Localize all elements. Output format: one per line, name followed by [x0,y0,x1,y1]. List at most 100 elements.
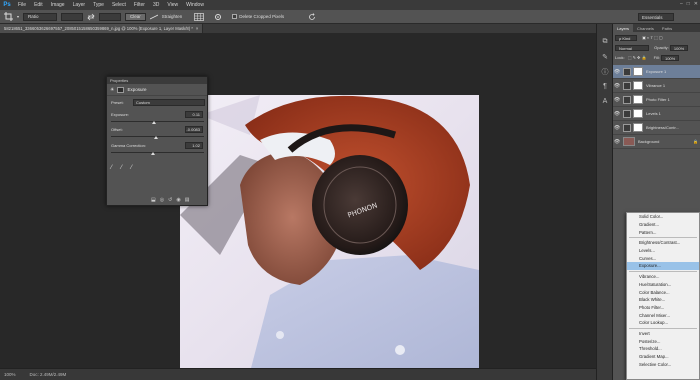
menu-item-posterize[interactable]: Posterize... [627,337,699,345]
exposure-slider-handle[interactable] [152,121,156,124]
straighten-label[interactable]: Straighten [162,14,183,19]
menu-item-gradient-map[interactable]: Gradient Map... [627,353,699,361]
menu-item-exposure[interactable]: Exposure... [627,262,699,270]
tab-close-icon[interactable]: × [196,26,198,31]
info-icon[interactable]: ⓘ [597,64,613,79]
swap-icon[interactable] [87,13,95,21]
layer-row[interactable]: 👁 Background 🔒 [613,135,700,149]
menu-filter[interactable]: Filter [130,2,149,8]
properties-panel[interactable]: Properties ☀ Exposure Preset: Custom Exp… [106,76,208,206]
straighten-icon[interactable] [149,13,158,21]
visibility-eye-icon[interactable]: 👁 [613,83,621,89]
adjustment-layer-menu[interactable]: Solid Color... Gradient... Pattern... Br… [626,212,700,380]
crop-tool-icon[interactable] [4,12,13,21]
visibility-eye-icon[interactable]: 👁 [613,69,621,75]
menu-type[interactable]: Type [89,2,108,8]
layer-row[interactable]: 👁 Levels 1 [613,107,700,121]
doc-size[interactable]: Doc: 2.49M/2.49M [30,372,67,377]
workspace-select[interactable]: Essentials [638,13,674,21]
visibility-icon[interactable]: ◉ [176,197,180,203]
menu-edit[interactable]: Edit [30,2,47,8]
menu-item-brightness-contrast[interactable]: Brightness/Contrast... [627,239,699,247]
visibility-eye-icon[interactable]: 👁 [613,97,621,103]
zoom-level[interactable]: 100% [4,372,16,377]
visibility-eye-icon[interactable]: 👁 [613,139,621,145]
document-tab[interactable]: 58218651_3366053626697557_20850151586503… [0,24,204,33]
black-eyedropper-icon[interactable]: ⁄ [111,165,112,171]
canvas-area[interactable]: PHONON [0,33,596,372]
exposure-input[interactable]: 0.11 [185,111,203,118]
mask-icon[interactable] [117,86,125,93]
gamma-input[interactable]: 1.02 [185,142,203,149]
ratio-width-input[interactable] [61,12,84,21]
close-button[interactable]: ✕ [694,1,698,7]
menu-item-channel-mixer[interactable]: Channel Mixer... [627,311,699,319]
character-icon[interactable]: A [597,94,613,109]
adjustment-icon[interactable]: ☀ [110,87,114,93]
layer-mask-thumbnail[interactable] [633,67,643,76]
menu-item-selective-color[interactable]: Selective Color... [627,360,699,368]
layer-row[interactable]: 👁 Vibrance 1 [613,79,700,93]
maximize-button[interactable]: □ [687,1,690,7]
layer-mask-thumbnail[interactable] [633,123,643,132]
exposure-slider-track[interactable] [111,121,204,122]
tool-preset-arrow-icon[interactable]: ▾ [17,14,19,19]
offset-slider-handle[interactable] [154,136,158,139]
ratio-select[interactable]: Ratio [23,12,58,21]
kind-filter-select[interactable]: ρ Kind [615,35,637,41]
layer-thumbnail[interactable] [623,137,635,146]
menu-file[interactable]: File [14,2,30,8]
white-eyedropper-icon[interactable]: ⁄ [131,165,132,171]
filter-icons[interactable]: ▣ ◐ T ⬚ ▢ [642,35,663,40]
menu-item-solid-color[interactable]: Solid Color... [627,213,699,221]
minimize-button[interactable]: – [680,1,683,7]
menu-item-hue-saturation[interactable]: Hue/Saturation... [627,281,699,289]
reset-crop-icon[interactable] [308,13,316,21]
menu-item-gradient[interactable]: Gradient... [627,221,699,229]
visibility-eye-icon[interactable]: 👁 [613,111,621,117]
lock-icons[interactable]: ⬚ ✎ ✥ 🔒 [628,55,647,60]
overlay-grid-icon[interactable] [194,12,205,21]
menu-item-photo-filter[interactable]: Photo Filter... [627,304,699,312]
gray-eyedropper-icon[interactable]: ⁄ [121,165,122,171]
layer-row[interactable]: 👁 Brightness/Contr... [613,121,700,135]
delete-cropped-pixels-checkbox[interactable]: Delete Cropped Pixels [232,14,284,19]
fill-input[interactable]: 100% [660,55,680,61]
layer-mask-thumbnail[interactable] [633,81,643,90]
layer-row[interactable]: 👁 Photo Filter 1 [613,93,700,107]
gamma-slider-track[interactable] [111,152,204,153]
menu-item-color-balance[interactable]: Color Balance... [627,288,699,296]
menu-window[interactable]: Window [182,2,208,8]
brush-panel-icon[interactable]: ✎ [597,49,613,64]
menu-item-invert[interactable]: Invert [627,330,699,338]
menu-view[interactable]: View [163,2,182,8]
layer-row[interactable]: 👁 Exposure 1 [613,65,700,79]
menu-item-pattern[interactable]: Pattern... [627,228,699,236]
offset-input[interactable]: -0.0083 [185,126,203,133]
photo-canvas[interactable]: PHONON [180,95,479,372]
reset-icon[interactable]: ↺ [168,197,172,203]
properties-title-bar[interactable]: Properties [107,77,207,84]
crop-settings-gear-icon[interactable] [214,13,222,21]
menu-item-levels[interactable]: Levels... [627,247,699,255]
view-previous-icon[interactable]: ◎ [160,197,164,203]
menu-item-vibrance[interactable]: Vibrance... [627,273,699,281]
ratio-height-input[interactable] [99,12,122,21]
menu-item-curves[interactable]: Curves... [627,254,699,262]
delete-icon[interactable]: ▤ [185,197,190,203]
tab-layers[interactable]: Layers [613,24,634,32]
menu-item-black-white[interactable]: Black White... [627,296,699,304]
clear-button[interactable]: Clear [125,12,146,21]
gamma-slider-handle[interactable] [151,152,155,155]
clip-to-layer-icon[interactable]: ⬓ [151,197,156,203]
menu-layer[interactable]: Layer [69,2,90,8]
menu-image[interactable]: Image [47,2,69,8]
tab-paths[interactable]: Paths [658,24,676,32]
opacity-input[interactable]: 100% [669,45,689,51]
paragraph-icon[interactable]: ¶ [597,79,613,94]
layer-mask-thumbnail[interactable] [633,109,643,118]
layer-mask-thumbnail[interactable] [633,95,643,104]
menu-3d[interactable]: 3D [149,2,163,8]
visibility-eye-icon[interactable]: 👁 [613,125,621,131]
blend-mode-select[interactable]: Normal [615,45,649,51]
